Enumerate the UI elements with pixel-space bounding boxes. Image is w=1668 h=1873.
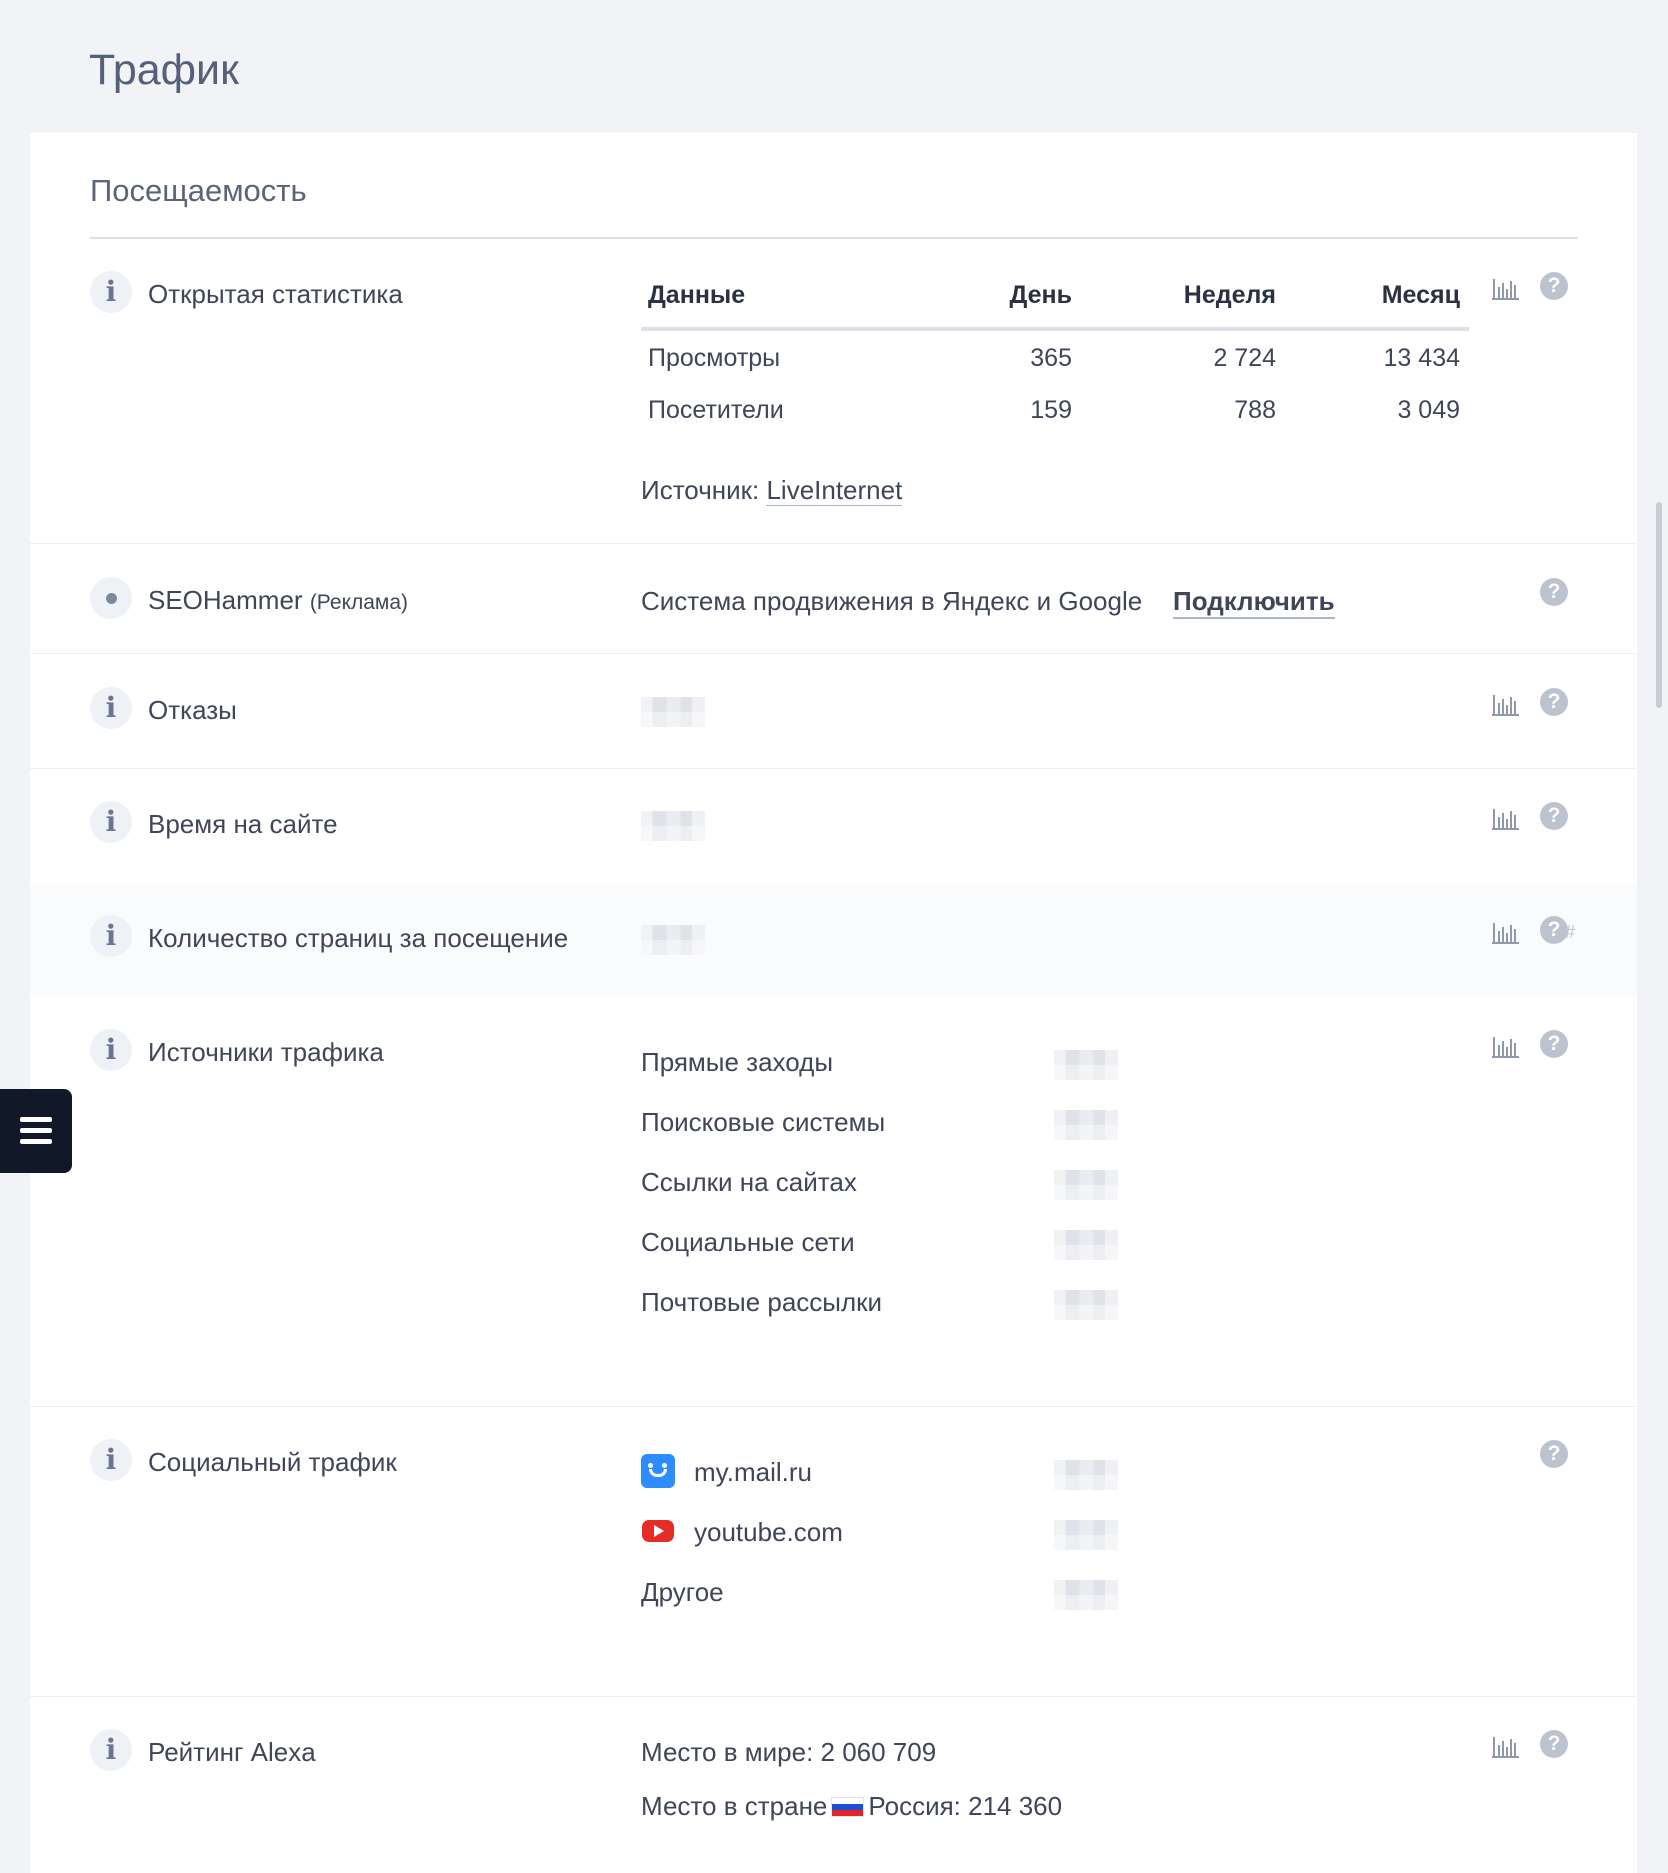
traffic-source-item: Социальные сети — [641, 1227, 855, 1257]
question-icon[interactable]: ? — [1540, 1440, 1568, 1468]
menu-bar — [20, 1117, 52, 1122]
blurred-value — [1054, 1230, 1118, 1260]
info-icon[interactable]: i — [90, 271, 132, 313]
row-divider — [30, 1406, 1637, 1407]
info-icon[interactable]: i — [90, 687, 132, 729]
table-row-name: Посетители — [648, 396, 784, 424]
info-icon[interactable]: i — [90, 915, 132, 957]
blurred-value — [1054, 1050, 1118, 1080]
table-cell-week: 788 — [1234, 396, 1276, 424]
social-source-item: Другое — [641, 1577, 724, 1607]
social-source-item: my.mail.ru — [694, 1457, 812, 1487]
bar-chart-icon[interactable] — [1492, 275, 1520, 301]
alexa-country-rank: Место в стране Россия: 214 360 — [641, 1789, 1062, 1823]
bullet-icon — [90, 577, 132, 619]
blurred-value — [641, 697, 705, 727]
blurred-value — [1054, 1580, 1118, 1610]
info-icon[interactable]: i — [90, 801, 132, 843]
question-icon[interactable]: ? — [1540, 688, 1568, 716]
table-cell-day: 365 — [1030, 344, 1072, 372]
alexa-world-rank: Место в мире: 2 060 709 — [641, 1737, 937, 1767]
table-cell-week: 2 724 — [1213, 344, 1276, 372]
my-mail-ru-icon — [641, 1454, 675, 1488]
bar-chart-icon[interactable] — [1492, 691, 1520, 717]
hamburger-menu-icon[interactable] — [0, 1089, 72, 1173]
table-cell-day: 159 — [1030, 396, 1072, 424]
section-divider — [90, 237, 1578, 239]
stats-source-prefix: Источник: — [641, 475, 760, 505]
alexa-country-prefix: Место в стране — [641, 1791, 828, 1821]
question-icon[interactable]: ? — [1540, 1730, 1568, 1758]
blurred-value — [641, 925, 705, 955]
connect-link[interactable]: Подключить — [1173, 585, 1335, 619]
row-divider — [30, 1696, 1637, 1697]
bar-chart-icon[interactable] — [1492, 1733, 1520, 1759]
menu-bar — [20, 1139, 52, 1144]
blurred-value — [1054, 1110, 1118, 1140]
menu-bar — [20, 1128, 52, 1133]
page-scrollbar[interactable] — [1656, 502, 1662, 708]
question-icon[interactable]: ? — [1540, 916, 1568, 944]
table-cell-month: 13 434 — [1383, 344, 1460, 372]
traffic-sources-label: Источники трафика — [148, 1037, 384, 1067]
bounce-label: Отказы — [148, 695, 237, 725]
table-cell-month: 3 049 — [1397, 396, 1460, 424]
table-row-name: Просмотры — [648, 344, 781, 372]
question-icon[interactable]: ? — [1540, 802, 1568, 830]
section-title: Посещаемость — [90, 173, 307, 208]
row-divider — [30, 653, 1637, 654]
pages-per-visit-label: Количество страниц за посещение — [148, 923, 569, 953]
seohammer-label: SEOHammer (Реклама) — [148, 583, 408, 620]
table-header-rule — [641, 327, 1469, 331]
liveinternet-link[interactable]: LiveInternet — [766, 475, 903, 506]
question-icon[interactable]: ? — [1540, 272, 1568, 300]
blurred-value — [641, 811, 705, 841]
blurred-value — [1054, 1290, 1118, 1320]
info-icon[interactable]: i — [90, 1029, 132, 1071]
bar-chart-icon[interactable] — [1492, 805, 1520, 831]
row-divider — [30, 543, 1637, 544]
russia-flag-icon — [831, 1797, 865, 1817]
table-header-data: Данные — [648, 281, 746, 309]
question-icon[interactable]: ? — [1540, 578, 1568, 606]
stats-source: Источник: LiveInternet — [641, 473, 903, 507]
blurred-value — [1054, 1460, 1118, 1490]
info-icon[interactable]: i — [90, 1729, 132, 1771]
blurred-value — [1054, 1170, 1118, 1200]
time-on-site-label: Время на сайте — [148, 809, 338, 839]
blurred-value — [1054, 1520, 1118, 1550]
social-traffic-label: Социальный трафик — [148, 1447, 397, 1477]
anchor-hash-icon[interactable]: # — [1565, 922, 1575, 943]
table-header-day: День — [1009, 281, 1073, 309]
seohammer-description: Система продвижения в Яндекс и Google — [641, 586, 1143, 616]
seohammer-name: SEOHammer — [148, 585, 303, 615]
traffic-source-item: Ссылки на сайтах — [641, 1167, 857, 1197]
alexa-country-value: Россия: 214 360 — [868, 1791, 1063, 1821]
traffic-source-item: Прямые заходы — [641, 1047, 834, 1077]
traffic-source-item: Поисковые системы — [641, 1107, 886, 1137]
row-divider — [30, 768, 1637, 769]
question-icon[interactable]: ? — [1540, 1030, 1568, 1058]
bar-chart-icon[interactable] — [1492, 1033, 1520, 1059]
info-icon[interactable]: i — [90, 1439, 132, 1481]
traffic-source-item: Почтовые рассылки — [641, 1287, 883, 1317]
social-source-item: youtube.com — [694, 1517, 843, 1547]
youtube-icon — [641, 1514, 675, 1548]
table-header-week: Неделя — [1183, 281, 1276, 309]
page-title: Трафик — [89, 46, 239, 94]
bar-chart-icon[interactable] — [1492, 919, 1520, 945]
table-header-month: Месяц — [1381, 281, 1460, 309]
alexa-label: Рейтинг Alexa — [148, 1737, 316, 1767]
seohammer-ad-tag: (Реклама) — [309, 591, 409, 614]
open-stats-label: Открытая статистика — [148, 279, 403, 309]
